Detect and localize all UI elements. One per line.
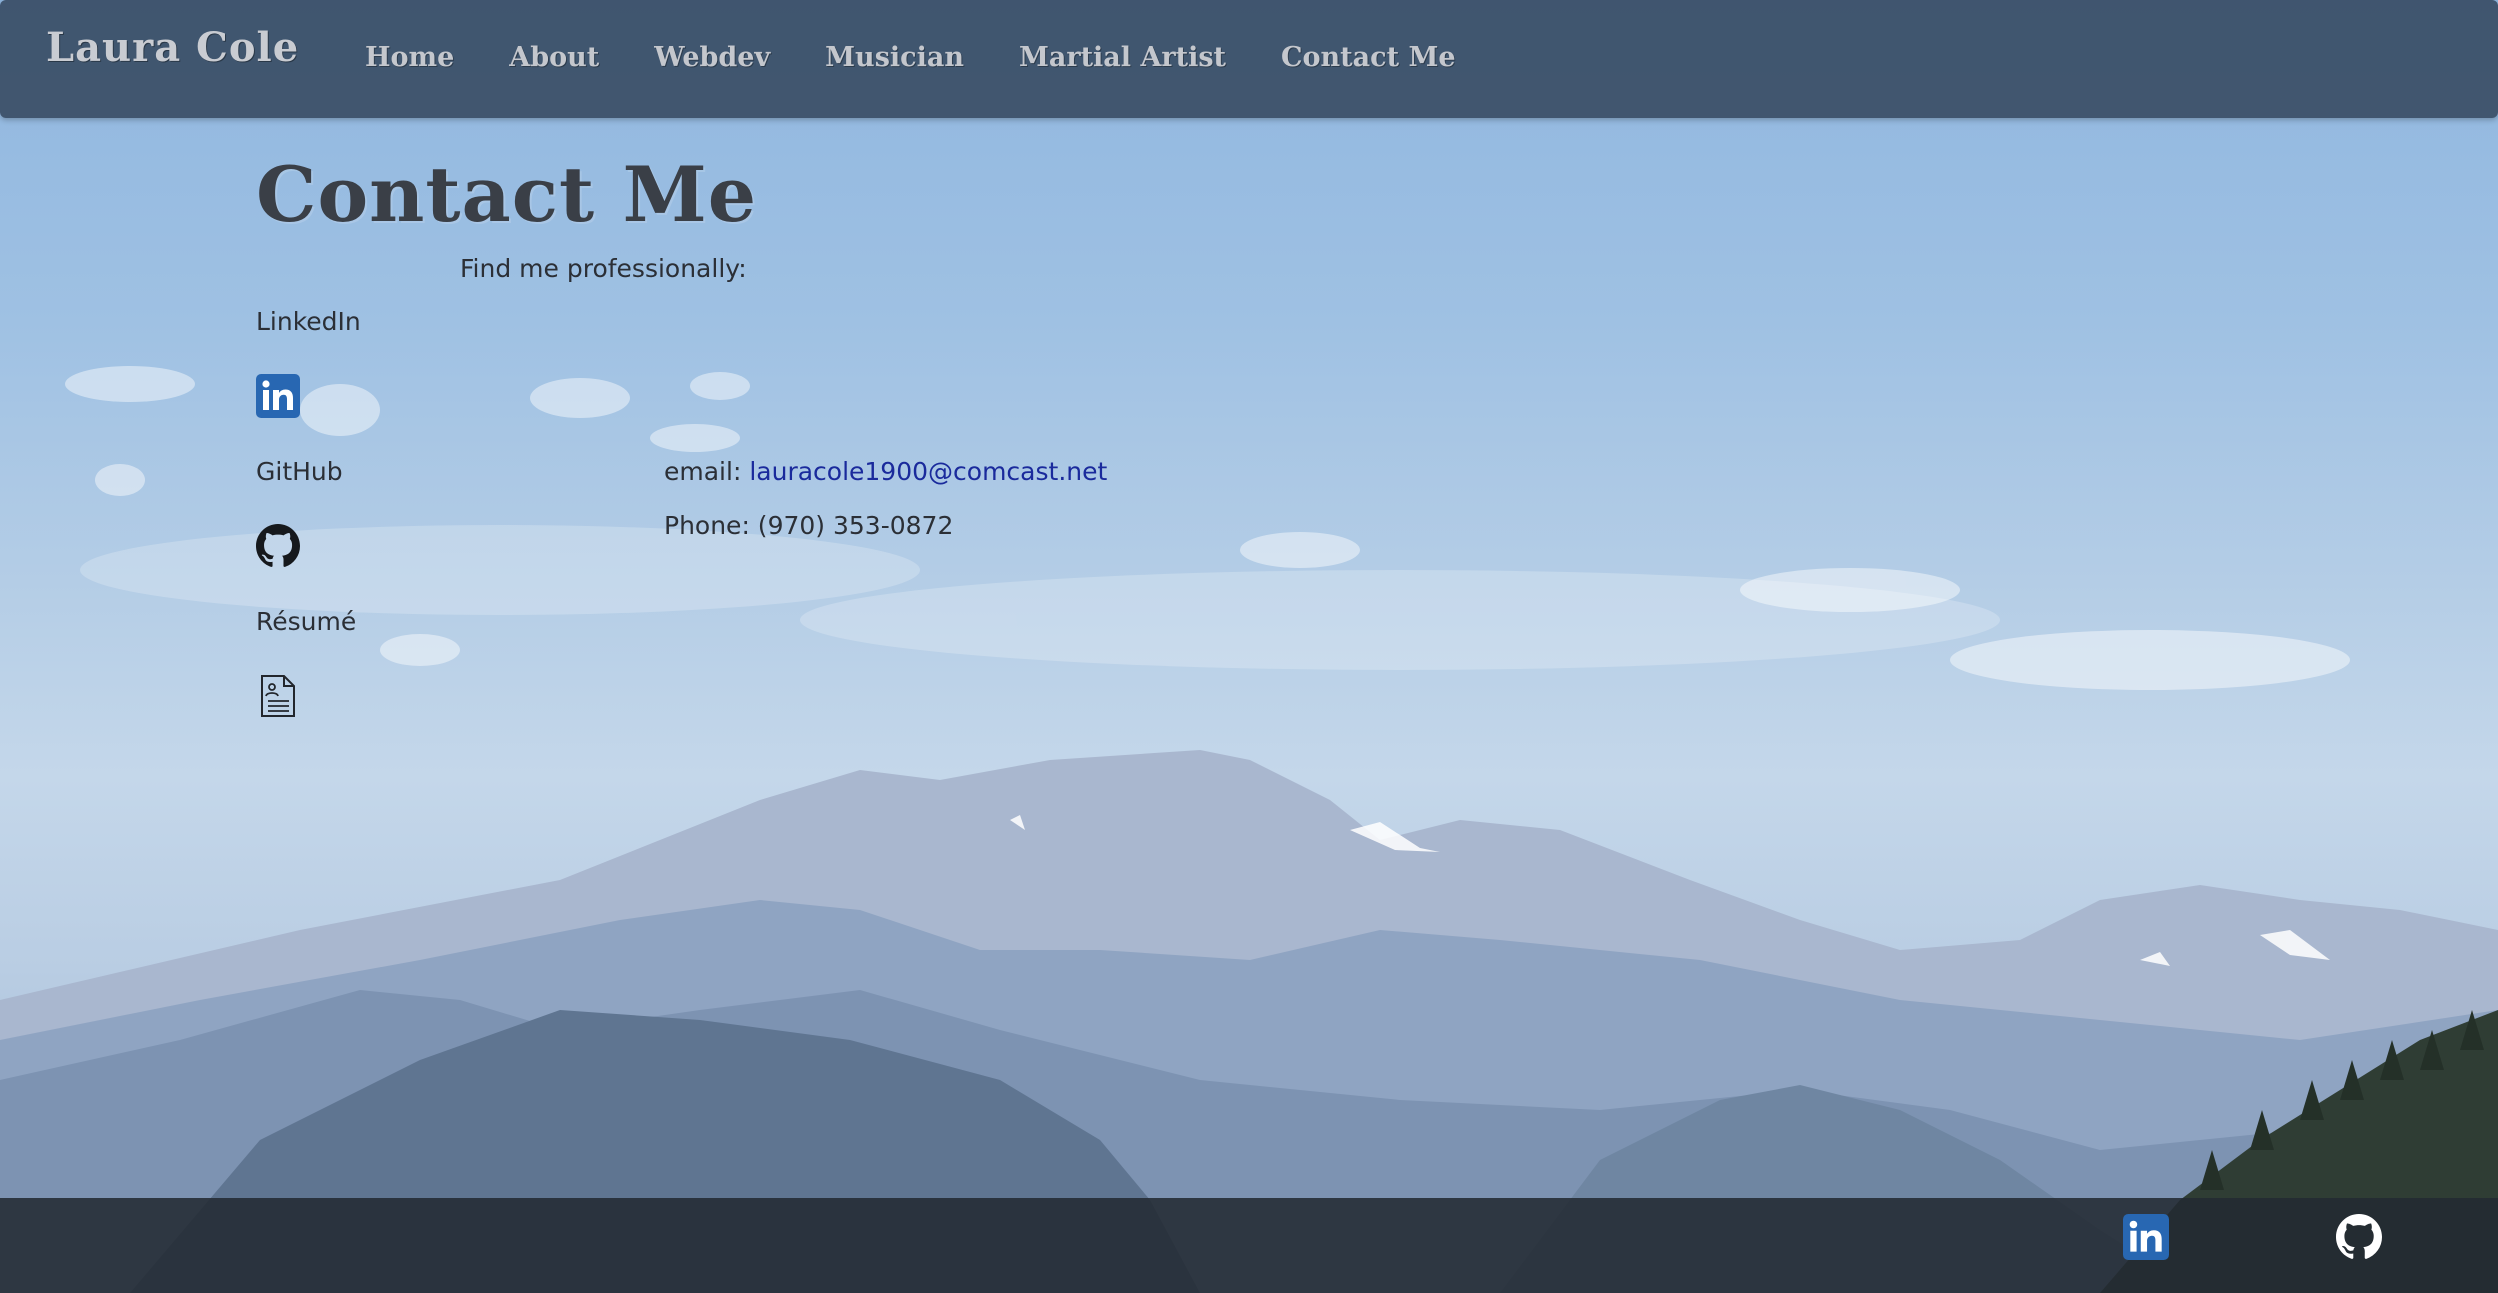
brand-logo[interactable]: Laura Cole — [46, 24, 299, 71]
footer-github-icon[interactable] — [2336, 1214, 2382, 1260]
navbar: Laura Cole Home About Webdev Musician Ma… — [0, 0, 2498, 118]
page-title: Contact Me — [256, 150, 758, 239]
linkedin-icon[interactable] — [256, 374, 300, 418]
email-link[interactable]: lauracole1900@comcast.net — [749, 457, 1107, 486]
nav-link-contact-me[interactable]: Contact Me — [1281, 42, 1455, 73]
intro-text: Find me professionally: — [460, 254, 747, 283]
github-label: GitHub — [256, 457, 343, 486]
nav-link-martial-artist[interactable]: Martial Artist — [1019, 42, 1226, 73]
footer-linkedin-icon[interactable] — [2123, 1214, 2169, 1260]
resume-label: Résumé — [256, 607, 357, 636]
main-navigation: Home About Webdev Musician Martial Artis… — [365, 42, 1511, 73]
email-label: email: — [664, 457, 742, 486]
phone-number: Phone: (970) 353-0872 — [664, 511, 954, 540]
nav-link-about[interactable]: About — [509, 42, 599, 73]
resume-document-icon[interactable] — [256, 674, 300, 718]
email-line: email: lauracole1900@comcast.net — [664, 457, 1107, 486]
linkedin-label: LinkedIn — [256, 307, 361, 336]
nav-link-webdev[interactable]: Webdev — [654, 42, 770, 73]
github-icon[interactable] — [256, 524, 300, 568]
nav-link-musician[interactable]: Musician — [825, 42, 964, 73]
nav-link-home[interactable]: Home — [365, 42, 454, 73]
